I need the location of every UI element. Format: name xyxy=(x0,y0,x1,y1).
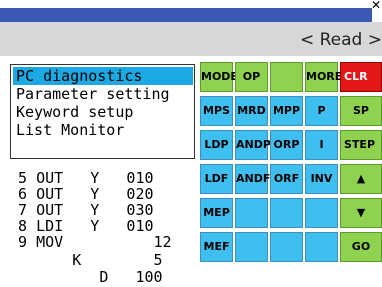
program-line[interactable]: D 100 xyxy=(0,269,198,285)
program-line[interactable]: 9 MOV 12 xyxy=(0,234,198,250)
blank-key[interactable] xyxy=(270,232,303,262)
keypad: MODE OP MORE CLR MPS MRD MPP P SP LDP AN… xyxy=(198,56,382,287)
program-line[interactable]: K 5 xyxy=(0,252,198,268)
blank-key[interactable] xyxy=(235,232,268,262)
step-key[interactable]: STEP xyxy=(340,130,382,160)
clr-key[interactable]: CLR xyxy=(340,62,382,92)
mep-key[interactable]: MEP xyxy=(200,198,233,228)
mode-indicator: < Read > xyxy=(299,30,382,50)
program-line[interactable]: 7 OUT Y 030 xyxy=(0,202,198,218)
mode-key[interactable]: MODE xyxy=(200,62,238,92)
down-arrow-key[interactable]: ▼ xyxy=(340,198,382,228)
status-bar: < Read > xyxy=(0,22,382,57)
mrd-key[interactable]: MRD xyxy=(235,96,268,126)
program-line[interactable]: 8 LDI Y 010 xyxy=(0,218,198,234)
sp-key[interactable]: SP xyxy=(340,96,382,126)
title-bar: ✕ xyxy=(0,0,382,22)
orf-key[interactable]: ORF xyxy=(270,164,303,194)
blank-key[interactable] xyxy=(270,62,303,92)
mpp-key[interactable]: MPP xyxy=(270,96,303,126)
menu-item-list-monitor[interactable]: List Monitor xyxy=(13,121,193,139)
mps-key[interactable]: MPS xyxy=(200,96,233,126)
program-line[interactable]: 6 OUT Y 020 xyxy=(0,186,198,202)
menu-item-keyword-setup[interactable]: Keyword setup xyxy=(13,103,193,121)
menu-item-pc-diagnostics[interactable]: PC diagnostics xyxy=(13,67,193,85)
popup-menu: PC diagnostics Parameter setting Keyword… xyxy=(10,64,195,159)
blank-key[interactable] xyxy=(270,198,303,228)
mef-key[interactable]: MEF xyxy=(200,232,233,262)
andp-key[interactable]: ANDP xyxy=(235,130,271,160)
i-key[interactable]: I xyxy=(305,130,338,160)
menu-item-parameter-setting[interactable]: Parameter setting xyxy=(13,85,193,103)
blank-key[interactable] xyxy=(305,198,338,228)
close-icon[interactable]: ✕ xyxy=(371,0,381,11)
orp-key[interactable]: ORP xyxy=(270,130,303,160)
more-key[interactable]: MORE xyxy=(305,62,342,92)
p-key[interactable]: P xyxy=(305,96,338,126)
inv-key[interactable]: INV xyxy=(305,164,338,194)
andf-key[interactable]: ANDF xyxy=(235,164,270,194)
op-key[interactable]: OP xyxy=(235,62,268,92)
program-line[interactable]: 5 OUT Y 010 xyxy=(0,170,198,186)
blank-key[interactable] xyxy=(235,198,268,228)
go-key[interactable]: GO xyxy=(340,232,382,262)
blank-key[interactable] xyxy=(305,232,338,262)
up-arrow-key[interactable]: ▲ xyxy=(340,164,382,194)
title-bar-strip xyxy=(0,8,372,22)
ldf-key[interactable]: LDF xyxy=(200,164,233,194)
ldp-key[interactable]: LDP xyxy=(200,130,233,160)
